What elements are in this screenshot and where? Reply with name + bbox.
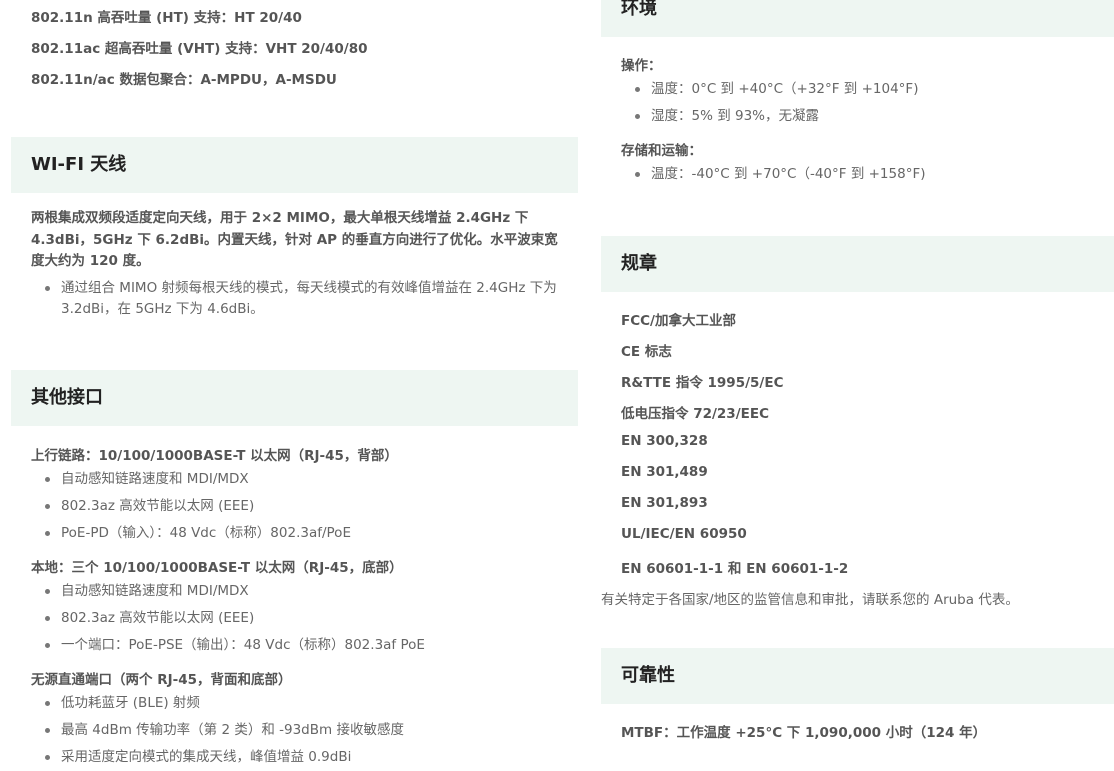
list-item: 湿度：5% 到 93%，无凝露 <box>634 106 819 127</box>
antenna-description-line: 两根集成双频段适度定向天线，用于 2×2 MIMO，最大单根天线增益 2.4GH… <box>31 210 529 226</box>
list-item: PoE-PD（输入）：48 Vdc（标称）802.3af/PoE <box>45 523 351 544</box>
section-title: 环境 <box>621 0 657 19</box>
storage-heading: 存储和运输： <box>621 143 702 159</box>
antenna-gain-bullet-line: 3.2dBi，在 5GHz 下为 4.6dBi。 <box>61 301 264 317</box>
reg-item: UL/IEC/EN 60950 <box>621 526 747 542</box>
reg-item: EN 300,328 <box>621 433 708 449</box>
reg-item: 低电压指令 72/23/EEC <box>621 406 769 422</box>
uplink-heading: 上行链路：10/100/1000BASE-T 以太网（RJ-45，背部） <box>31 448 398 464</box>
mtbf-line: MTBF：工作温度 +25°C 下 1,090,000 小时（124 年） <box>621 725 987 741</box>
reg-item: CE 标志 <box>621 344 672 360</box>
list-item: 采用适度定向模式的集成天线，峰值增益 0.9dBi <box>44 747 351 768</box>
list-item: 最高 4dBm 传输功率（第 2 类）和 -93dBm 接收敏感度 <box>45 720 404 741</box>
wifi-antenna-section-header: WI-FI 天线 <box>11 137 578 193</box>
reg-item: R&TTE 指令 1995/5/EC <box>621 375 784 391</box>
section-title: 可靠性 <box>621 665 675 686</box>
antenna-description: 两根集成双频段适度定向天线，用于 2×2 MIMO，最大单根天线增益 2.4GH… <box>31 208 578 273</box>
antenna-description-line: 4.3dBi，5GHz 下 6.2dBi。内置天线，针对 AP 的垂直方向进行了… <box>31 231 558 248</box>
regulatory-section-header: 规章 <box>601 236 1114 292</box>
list-item: 自动感知链路速度和 MDI/MDX <box>45 469 249 490</box>
list-item: 802.3az 高效节能以太网 (EEE) <box>44 608 254 629</box>
antenna-description-line: 度大约为 120 度。 <box>31 253 150 269</box>
reg-item: EN 60601-1-1 和 EN 60601-1-2 <box>621 561 849 577</box>
reliability-section-header: 可靠性 <box>601 648 1114 704</box>
antenna-gain-bullet-line: 通过组合 MIMO 射频每根天线的模式，每天线模式的有效峰值增益在 2.4GHz… <box>61 280 557 296</box>
reg-item: EN 301,489 <box>621 464 708 480</box>
aggregation-line: 802.11n/ac 数据包聚合：A-MPDU，A-MSDU <box>31 72 337 88</box>
reg-item: FCC/加拿大工业部 <box>621 313 736 329</box>
operation-heading: 操作： <box>621 58 662 74</box>
antenna-gain-bullet: 通过组合 MIMO 射频每根天线的模式，每天线模式的有效峰值增益在 2.4GHz… <box>45 278 557 320</box>
vht-support-line: 802.11ac 超高吞吐量 (VHT) 支持：VHT 20/40/80 <box>31 41 368 57</box>
regulatory-note: 有关特定于各国家/地区的监管信息和审批，请联系您的 Aruba 代表。 <box>601 592 1019 608</box>
list-item: 自动感知链路速度和 MDI/MDX <box>45 581 249 602</box>
environment-section-header: 环境 <box>601 0 1114 37</box>
ht-support-line: 802.11n 高吞吐量 (HT) 支持：HT 20/40 <box>31 10 302 26</box>
other-interfaces-section-header: 其他接口 <box>11 370 578 426</box>
list-item: 一个端口：PoE-PSE（输出）：48 Vdc（标称）802.3af PoE <box>45 635 425 656</box>
local-heading: 本地：三个 10/100/1000BASE-T 以太网（RJ-45，底部） <box>31 560 403 576</box>
passthrough-heading: 无源直通端口（两个 RJ-45，背面和底部） <box>31 672 292 688</box>
list-item: 低功耗蓝牙 (BLE) 射频 <box>45 693 200 714</box>
section-title: 其他接口 <box>31 387 103 408</box>
section-title: 规章 <box>621 253 657 274</box>
list-item: 802.3az 高效节能以太网 (EEE) <box>44 496 254 517</box>
section-title: WI-FI 天线 <box>31 154 127 175</box>
list-item: 温度：0°C 到 +40°C（+32°F 到 +104°F) <box>634 79 918 100</box>
reg-item: EN 301,893 <box>621 495 708 511</box>
list-item: 温度：-40°C 到 +70°C（-40°F 到 +158°F) <box>634 164 925 185</box>
